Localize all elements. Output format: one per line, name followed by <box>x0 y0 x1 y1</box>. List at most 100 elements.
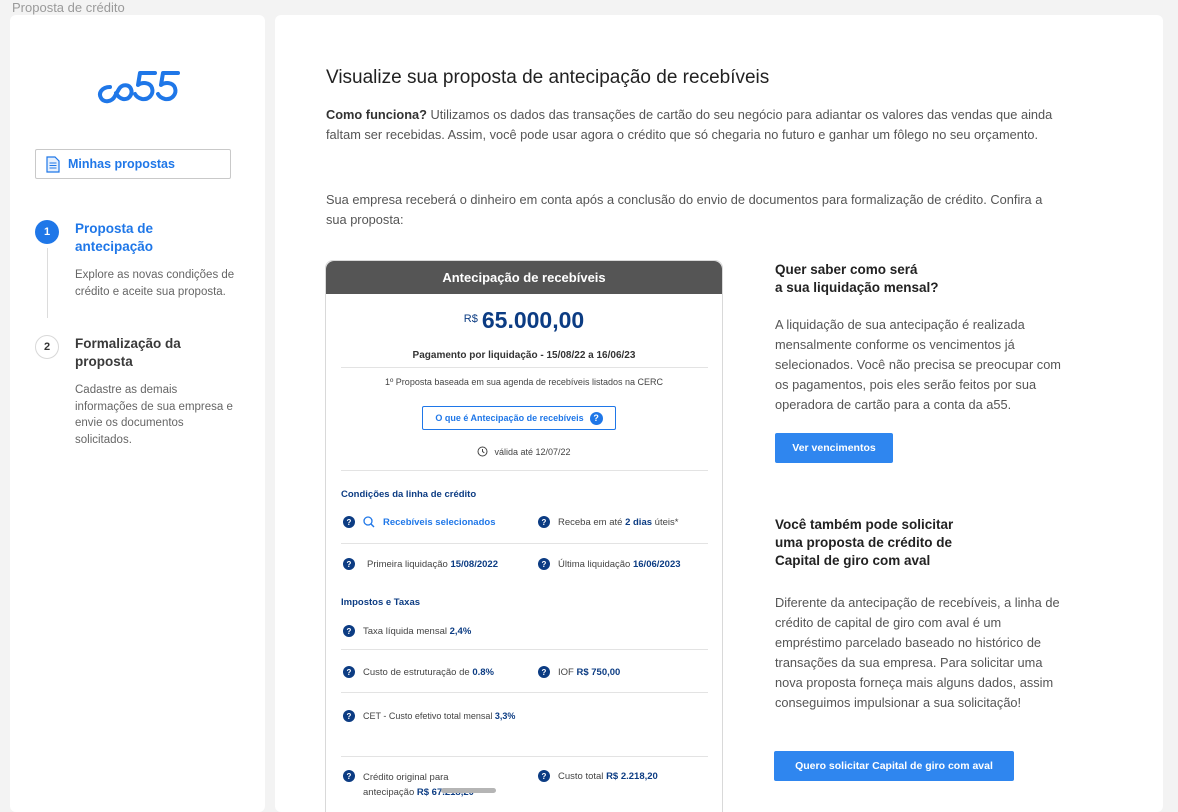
first-liquidation-label: Primeira liquidação <box>367 558 451 570</box>
question-circle-icon[interactable]: ? <box>343 625 355 637</box>
working-capital-heading-line-2: uma proposta de crédito de <box>775 535 953 550</box>
what-is-anticipation-button[interactable]: O que é Antecipação de recebíveis ? <box>422 406 616 430</box>
structuring-cost-value: 0.8% <box>472 666 494 678</box>
last-liquidation-value: 16/06/2023 <box>632 558 681 570</box>
view-maturities-button[interactable]: Ver vencimentos <box>775 433 893 463</box>
working-capital-heading-line-3: Capital de giro com aval <box>775 553 931 568</box>
iof-value: R$ 750,00 <box>576 666 621 678</box>
validity-text: válida até 12/07/22 <box>494 446 571 457</box>
currency-symbol: R$ <box>463 313 478 325</box>
intro-paragraph-2: Sua empresa receberá o dinheiro em conta… <box>326 192 1043 227</box>
structuring-cost-label: Custo de estruturação de <box>363 666 473 678</box>
question-circle-icon[interactable]: ? <box>538 770 550 782</box>
clock-icon <box>477 446 488 457</box>
first-liquidation-text: Primeira liquidação 15/08/2022 <box>367 559 498 570</box>
question-circle-icon[interactable]: ? <box>343 516 355 528</box>
liquidation-heading: Quer saber como será a sua liquidação me… <box>775 261 1025 297</box>
card-header: Antecipação de recebíveis <box>326 261 722 294</box>
request-working-capital-button[interactable]: Quero solicitar Capital de giro com aval <box>774 751 1014 781</box>
last-liquidation-label: Última liquidação <box>558 558 633 570</box>
step-connector <box>47 248 48 318</box>
receive-days-value: 2 dias <box>625 516 653 528</box>
net-rate-label: Taxa líquida mensal <box>363 625 450 637</box>
original-credit-label-2: antecipação <box>363 787 417 798</box>
payment-period: Pagamento por liquidação - 15/08/22 a 16… <box>412 350 636 361</box>
working-capital-heading-line-1: Você também pode solicitar <box>775 517 954 532</box>
proposal-amount: R$ 65.000,00 <box>326 307 722 334</box>
net-rate-value: 2,4% <box>449 625 472 637</box>
receive-days-text: Receba em até 2 dias úteis* <box>558 517 678 528</box>
structuring-cost-text: Custo de estruturação de 0.8% <box>363 667 494 678</box>
working-capital-heading: Você também pode solicitar uma proposta … <box>775 516 1025 570</box>
last-liquidation-text: Última liquidação 16/06/2023 <box>558 559 681 570</box>
original-credit-item: ? Crédito original paraantecipação R$ 67… <box>343 770 474 800</box>
step-2-description: Cadastre as demais informações de sua em… <box>75 384 233 446</box>
structuring-cost-item: ? Custo de estruturação de 0.8% <box>343 666 494 678</box>
taxes-title: Impostos e Taxas <box>341 597 421 608</box>
last-liquidation-item: ? Última liquidação 16/06/2023 <box>538 558 681 570</box>
iof-label: IOF <box>558 666 577 678</box>
intro-text: Utilizamos os dados das transações de ca… <box>326 107 1053 142</box>
proposal-card: Antecipação de recebíveis R$ 65.000,00 Pa… <box>325 260 723 812</box>
question-circle-icon[interactable]: ? <box>343 558 355 570</box>
cet-text: CET - Custo efetivo total mensal 3,3% <box>363 711 515 721</box>
working-capital-paragraph: Diferente da antecipação de recebíveis, … <box>775 595 1060 710</box>
question-circle-icon[interactable]: ? <box>343 710 355 722</box>
divider <box>341 649 708 650</box>
my-proposals-button[interactable]: Minhas propostas <box>35 149 231 179</box>
divider <box>341 470 708 471</box>
what-is-anticipation-label: O que é Antecipação de recebíveis <box>435 413 584 423</box>
net-rate-item: ? Taxa líquida mensal 2,4% <box>343 625 471 637</box>
step-1-description: Explore as novas condições de crédito e … <box>75 269 235 298</box>
receive-prefix: Receba em até <box>558 516 626 528</box>
iof-item: ? IOF R$ 750,00 <box>538 666 620 678</box>
total-cost-item: ? Custo total R$ 2.218,20 <box>538 770 658 782</box>
question-circle-icon[interactable]: ? <box>343 666 355 678</box>
question-circle-icon: ? <box>589 411 603 425</box>
original-credit-label-1: Crédito original para <box>363 772 449 783</box>
first-liquidation-value: 15/08/2022 <box>450 558 498 570</box>
cet-item: ? CET - Custo efetivo total mensal 3,3% <box>343 710 515 722</box>
my-proposals-label: Minhas propostas <box>68 157 175 171</box>
selected-receivables-link[interactable]: Recebíveis selecionados <box>383 517 495 528</box>
divider <box>341 756 708 757</box>
divider <box>341 543 708 544</box>
intro-bold: Como funciona? <box>326 107 427 122</box>
cet-value: 3,3% <box>494 711 516 721</box>
intro-paragraph: Como funciona? Utilizamos os dados das t… <box>326 105 1066 145</box>
proposal-basis: 1º Proposta baseada em sua agenda de rec… <box>385 377 663 387</box>
document-icon <box>46 155 60 173</box>
receive-suffix: úteis* <box>652 516 679 528</box>
liquidation-paragraph: A liquidação de sua antecipação é realiz… <box>775 317 1061 412</box>
divider <box>341 692 708 693</box>
first-liquidation-item: ? Primeira liquidação 15/08/2022 <box>343 558 498 570</box>
question-circle-icon[interactable]: ? <box>538 558 550 570</box>
receive-days-item: ? Receba em até 2 dias úteis* <box>538 516 678 528</box>
step-2-title: Formalização da proposta <box>75 336 181 369</box>
horizontal-scrollbar[interactable] <box>441 788 496 793</box>
total-cost-text: Custo total R$ 2.218,20 <box>558 771 658 782</box>
selected-receivables-item[interactable]: ? Recebíveis selecionados <box>343 516 495 528</box>
amount-value: 65.000,00 <box>481 307 585 333</box>
step-1-title: Proposta de antecipação <box>75 221 154 254</box>
question-circle-icon[interactable]: ? <box>343 770 355 782</box>
step-2-number: 2 <box>35 335 59 359</box>
total-cost-label: Custo total <box>558 770 607 782</box>
main-content: Visualize sua proposta de antecipação de… <box>275 15 1163 812</box>
question-circle-icon[interactable]: ? <box>538 516 550 528</box>
page-title: Visualize sua proposta de antecipação de… <box>326 67 770 88</box>
search-icon <box>363 516 375 528</box>
sidebar: a55 Minhas propostas 1 Proposta de antec… <box>10 15 265 812</box>
a55-logo: a55 <box>98 71 180 104</box>
original-credit-text: Crédito original paraantecipação R$ 67.2… <box>363 770 474 800</box>
question-circle-icon[interactable]: ? <box>538 666 550 678</box>
conditions-title: Condições da linha de crédito <box>341 489 477 500</box>
total-cost-value: R$ 2.218,20 <box>606 770 658 782</box>
validity: válida até 12/07/22 <box>326 446 722 457</box>
divider <box>341 367 708 368</box>
frame-title: Proposta de crédito <box>12 0 125 15</box>
iof-text: IOF R$ 750,00 <box>558 667 620 678</box>
net-rate-text: Taxa líquida mensal 2,4% <box>363 626 471 637</box>
step-1-number: 1 <box>35 220 59 244</box>
liquidation-heading-line-2: a sua liquidação mensal? <box>775 280 939 295</box>
